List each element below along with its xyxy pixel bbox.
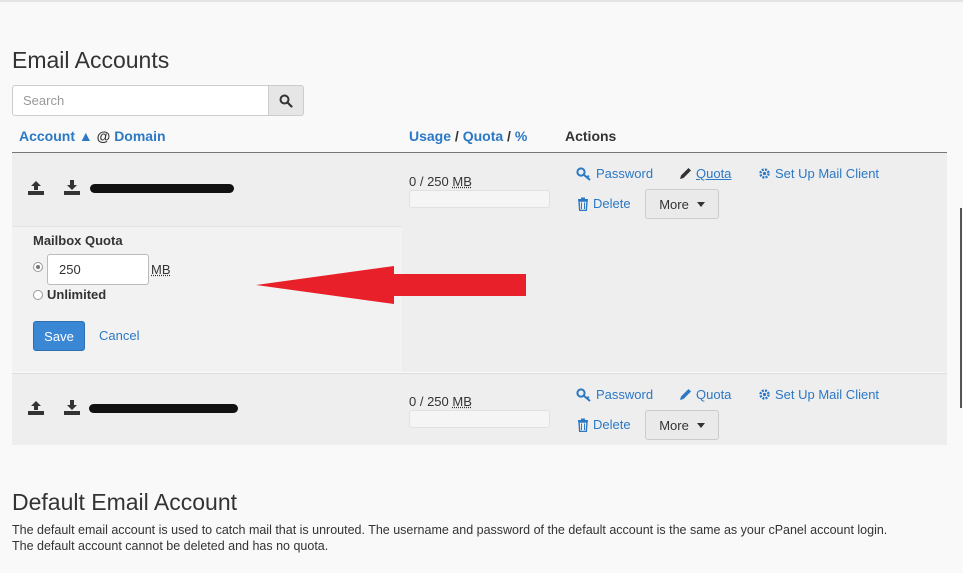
key-icon — [576, 166, 591, 181]
slash: / — [454, 128, 459, 144]
more-dropdown-button[interactable]: More — [645, 410, 719, 440]
chevron-down-icon — [696, 422, 705, 428]
gear-icon — [759, 168, 770, 179]
sort-usage-link[interactable]: Usage — [409, 128, 451, 144]
more-label: More — [659, 417, 689, 433]
save-button[interactable]: Save — [33, 321, 85, 351]
description-line: The default account cannot be deleted an… — [12, 539, 329, 553]
default-account-description: The default email account is used to cat… — [12, 522, 952, 554]
usage-text: 0 / 250 MB — [409, 394, 472, 409]
more-label: More — [659, 196, 689, 212]
pencil-icon — [680, 168, 691, 179]
usage-progress-bar — [409, 190, 550, 208]
quota-link[interactable]: Quota — [679, 166, 731, 181]
table-row: 0 / 250 MB Password Quota Set Up Mail Cl… — [12, 373, 947, 445]
gear-icon — [759, 389, 770, 400]
pencil-icon — [680, 389, 691, 400]
quota-label: Quota — [696, 387, 732, 402]
search-input[interactable] — [12, 85, 269, 116]
chevron-down-icon — [696, 201, 705, 207]
cancel-link[interactable]: Cancel — [99, 328, 139, 343]
search-button[interactable] — [269, 85, 304, 116]
sort-domain-link[interactable]: Domain — [114, 128, 165, 144]
sort-asc-indicator: ▲ — [78, 128, 93, 144]
top-border — [0, 0, 963, 2]
redacted-email-address — [90, 184, 234, 193]
quota-unit: MB — [151, 262, 171, 277]
actions-header: Actions — [565, 128, 617, 144]
description-line: The default email account is used to cat… — [12, 523, 888, 537]
sort-quota-link[interactable]: Quota — [463, 128, 503, 144]
delete-link[interactable]: Delete — [577, 417, 631, 432]
sort-account-link[interactable]: Account — [19, 128, 75, 144]
annotation-arrow — [256, 266, 526, 304]
more-dropdown-button[interactable]: More — [645, 189, 719, 219]
download-icon[interactable] — [63, 179, 81, 197]
usage-progress-bar — [409, 410, 550, 428]
slash: / — [507, 128, 511, 144]
table-row: 0 / 250 MB Password Quota Set Up Mail Cl… — [12, 153, 947, 372]
default-account-title: Default Email Account — [12, 489, 238, 515]
page-title: Email Accounts — [12, 47, 170, 73]
password-link[interactable]: Password — [576, 166, 653, 181]
delete-label: Delete — [593, 196, 631, 211]
upload-icon[interactable] — [27, 399, 45, 417]
setup-mail-client-link[interactable]: Set Up Mail Client — [758, 166, 879, 181]
password-label: Password — [596, 387, 654, 402]
quota-limit-radio[interactable] — [33, 262, 43, 272]
upload-icon[interactable] — [27, 179, 45, 197]
sort-percent-link[interactable]: % — [515, 128, 527, 144]
download-icon[interactable] — [63, 399, 81, 417]
delete-label: Delete — [593, 417, 631, 432]
usage-value: 0 / 250 — [409, 174, 449, 189]
usage-value: 0 / 250 — [409, 394, 449, 409]
setup-mail-client-label: Set Up Mail Client — [775, 387, 880, 402]
setup-mail-client-link[interactable]: Set Up Mail Client — [758, 387, 879, 402]
account-domain-header: Account ▲ @ Domain — [19, 128, 166, 144]
at-sign: @ — [96, 128, 111, 144]
search-bar — [12, 85, 304, 116]
unlimited-radio[interactable] — [33, 290, 43, 300]
key-icon — [576, 387, 591, 402]
trash-icon — [578, 197, 588, 211]
usage-text: 0 / 250 MB — [409, 174, 472, 189]
usage-unit: MB — [452, 174, 472, 189]
usage-header: Usage / Quota / % — [409, 128, 527, 144]
scrollbar[interactable] — [960, 208, 962, 408]
delete-link[interactable]: Delete — [577, 196, 631, 211]
quota-value-input[interactable]: 250 — [47, 254, 149, 285]
usage-unit: MB — [452, 394, 472, 409]
unlimited-label[interactable]: Unlimited — [47, 287, 106, 302]
trash-icon — [578, 418, 588, 432]
quota-link[interactable]: Quota — [679, 387, 731, 402]
setup-mail-client-label: Set Up Mail Client — [775, 166, 880, 181]
password-link[interactable]: Password — [576, 387, 653, 402]
quota-label: Quota — [696, 166, 732, 181]
search-icon — [279, 94, 293, 108]
redacted-email-address — [89, 404, 238, 413]
mailbox-quota-label: Mailbox Quota — [33, 233, 123, 248]
password-label: Password — [596, 166, 654, 181]
